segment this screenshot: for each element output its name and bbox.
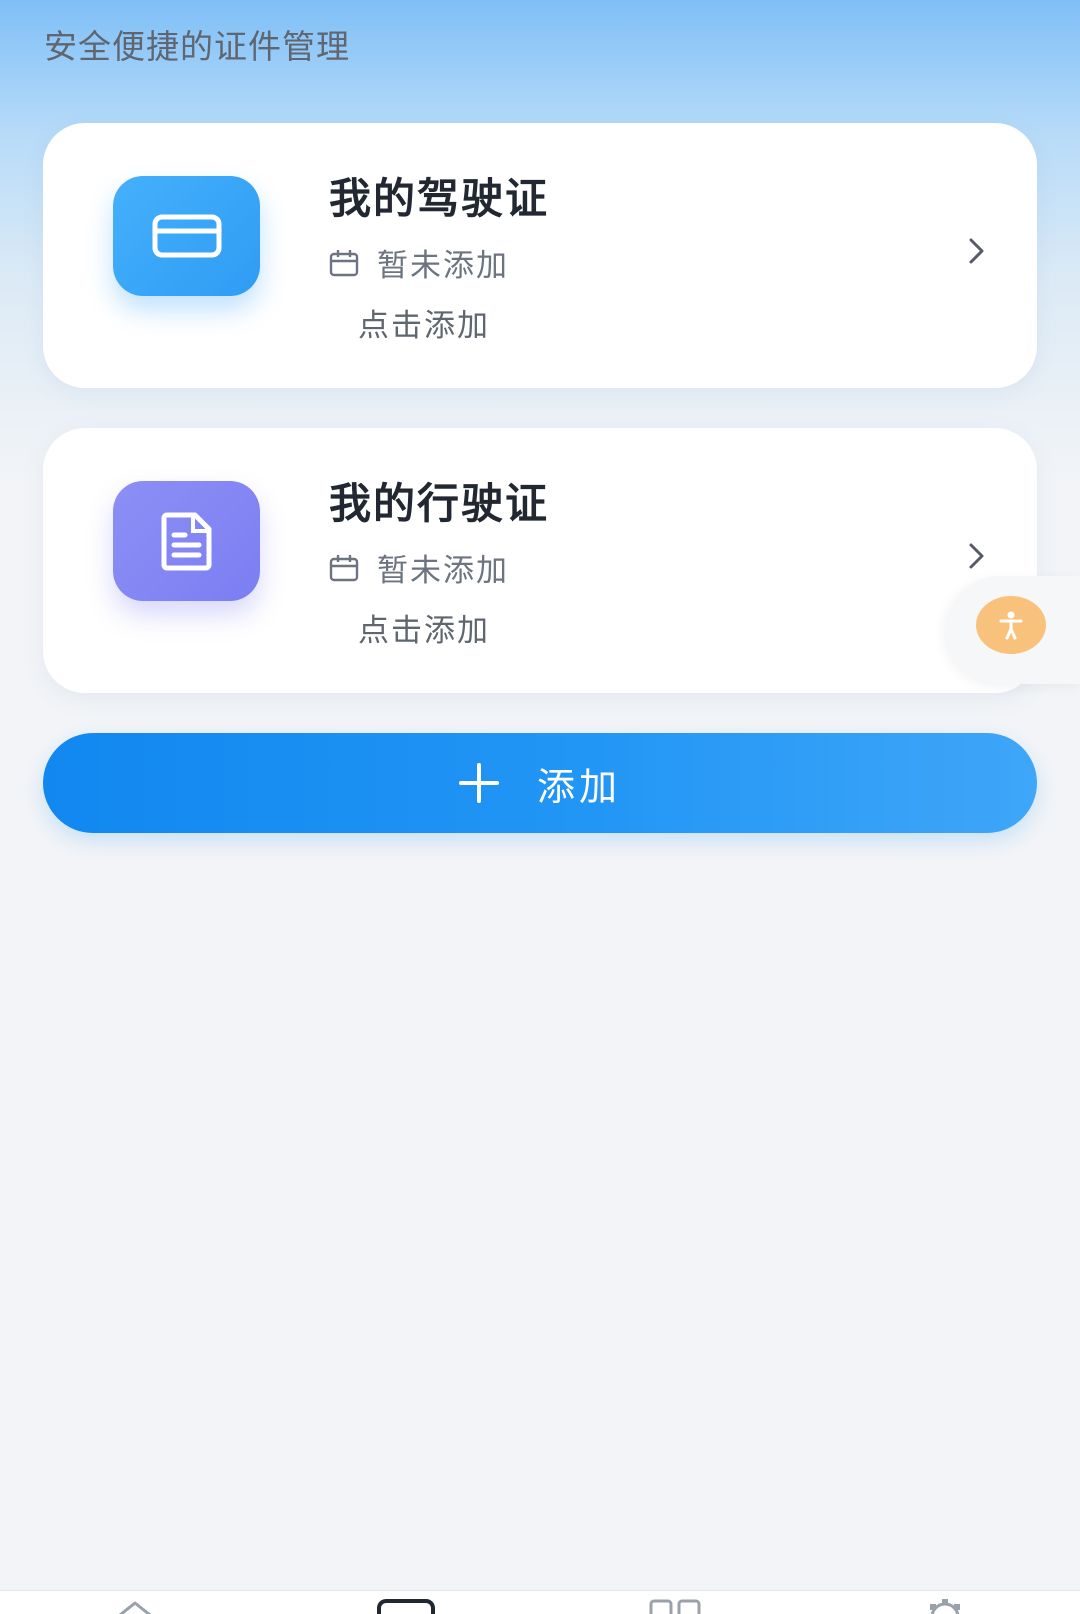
home-icon[interactable] xyxy=(110,1597,160,1614)
accessibility-icon xyxy=(999,611,1023,640)
accessibility-floating-tab[interactable] xyxy=(946,576,1080,684)
chevron-right-icon[interactable] xyxy=(965,235,989,267)
card-title: 我的驾驶证 xyxy=(329,174,550,223)
add-button[interactable]: 添加 xyxy=(43,733,1037,833)
card-title: 我的行驶证 xyxy=(329,479,550,528)
card-status-row: 暂未添加 xyxy=(329,545,509,590)
card-status-text: 暂未添加 xyxy=(377,248,509,284)
add-button-label: 添加 xyxy=(536,764,621,809)
grid-icon[interactable] xyxy=(648,1597,704,1614)
card-icon[interactable] xyxy=(376,1597,436,1614)
vehicle-license-card[interactable]: 我的行驶证 暂未添加 点击添加 xyxy=(43,428,1037,693)
card-status-text: 暂未添加 xyxy=(377,553,509,589)
bottom-navigation xyxy=(0,1590,1080,1614)
calendar-icon xyxy=(329,249,359,276)
chevron-right-icon[interactable] xyxy=(965,540,989,572)
accessibility-button[interactable] xyxy=(976,596,1046,654)
credit-card-icon xyxy=(152,214,221,258)
card-hint[interactable]: 点击添加 xyxy=(358,300,490,345)
page-subtitle: 安全便捷的证件管理 xyxy=(44,27,350,66)
calendar-icon xyxy=(329,554,359,581)
drivers-license-icon-box xyxy=(113,176,260,296)
card-status-row: 暂未添加 xyxy=(329,240,509,285)
settings-icon[interactable] xyxy=(918,1597,972,1614)
document-icon xyxy=(161,512,211,571)
plus-icon xyxy=(458,763,499,803)
card-hint[interactable]: 点击添加 xyxy=(358,605,490,650)
drivers-license-card[interactable]: 我的驾驶证 暂未添加 点击添加 xyxy=(43,123,1037,388)
vehicle-license-icon-box xyxy=(113,481,260,601)
